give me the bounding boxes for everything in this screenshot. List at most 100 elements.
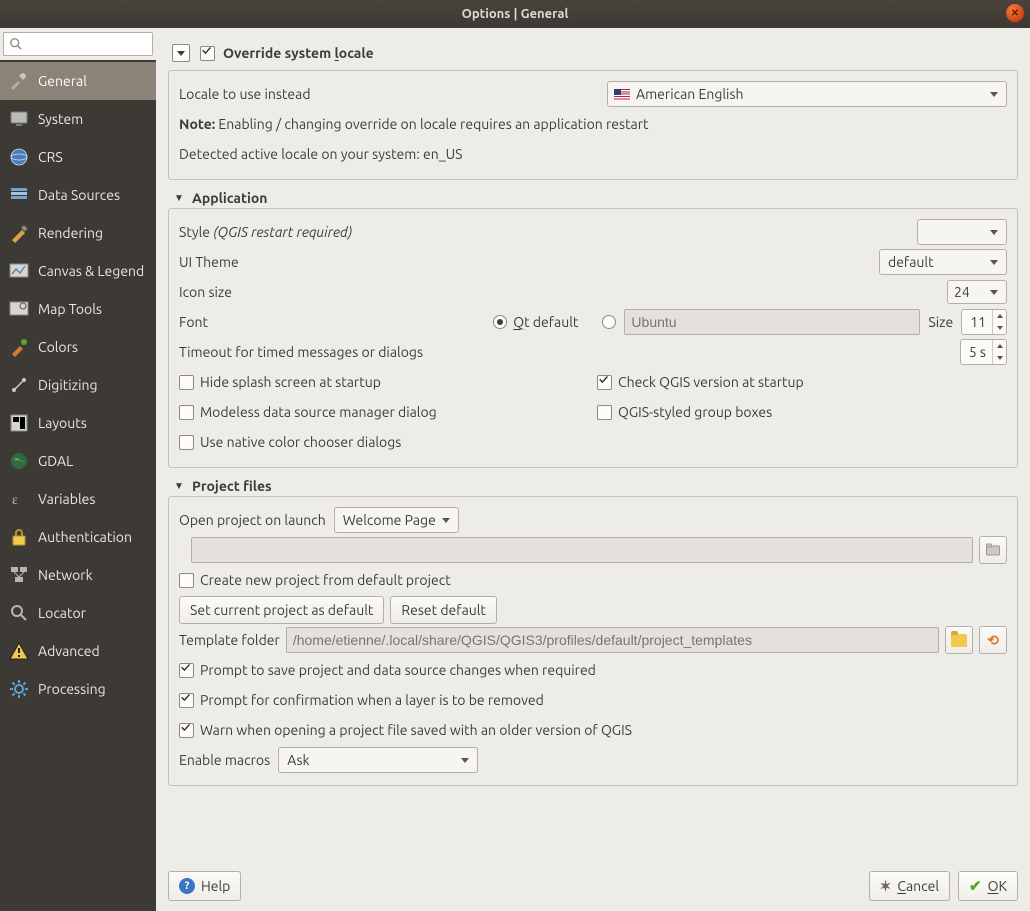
cancel-icon: ✶ xyxy=(880,878,892,895)
open-on-launch-combo[interactable]: Welcome Page xyxy=(334,507,459,533)
sidebar-item-processing[interactable]: Processing xyxy=(0,670,156,708)
gear-icon xyxy=(8,678,30,700)
create-from-default-checkbox[interactable]: Create new project from default project xyxy=(179,572,451,588)
sidebar-item-crs[interactable]: CRS xyxy=(0,138,156,176)
reset-template-button[interactable]: ⟲ xyxy=(979,626,1007,654)
sidebar-item-colors[interactable]: Colors xyxy=(0,328,156,366)
native-color-checkbox[interactable]: Use native color chooser dialogs xyxy=(179,434,401,450)
check-version-checkbox[interactable]: Check QGIS version at startup xyxy=(597,374,804,390)
browse-project-button[interactable] xyxy=(979,536,1007,564)
font-custom-radio[interactable] xyxy=(602,315,616,329)
ui-theme-label: UI Theme xyxy=(179,254,239,270)
sidebar-item-label: GDAL xyxy=(38,453,73,470)
cancel-button[interactable]: ✶ Cancel xyxy=(869,871,950,901)
sidebar-item-gdal[interactable]: GDAL xyxy=(0,442,156,480)
icon-size-label: Icon size xyxy=(179,284,232,300)
warn-old-version-checkbox[interactable]: Warn when opening a project file saved w… xyxy=(179,722,632,738)
help-button[interactable]: ? Help xyxy=(168,871,241,901)
map-tools-icon xyxy=(8,298,30,320)
data-sources-icon xyxy=(8,184,30,206)
override-locale-label: Override system locale xyxy=(223,45,374,61)
open-on-launch-label: Open project on launch xyxy=(179,512,326,528)
close-icon[interactable] xyxy=(1006,4,1024,22)
style-label: Style (QGIS restart required) xyxy=(179,224,352,240)
sidebar-item-layouts[interactable]: Layouts xyxy=(0,404,156,442)
font-size-label: Size xyxy=(928,314,953,330)
sidebar-search-input[interactable] xyxy=(3,32,153,56)
collapse-button[interactable] xyxy=(172,44,190,62)
sidebar-item-system[interactable]: System xyxy=(0,100,156,138)
sidebar-item-label: Map Tools xyxy=(38,301,102,318)
project-files-header[interactable]: ▼ Project files xyxy=(174,478,1018,494)
sidebar-item-label: Processing xyxy=(38,681,106,698)
sidebar-item-map-tools[interactable]: Map Tools xyxy=(0,290,156,328)
chevron-down-icon: ▼ xyxy=(174,480,186,492)
window-title: Options | General xyxy=(462,7,569,21)
sidebar-item-label: CRS xyxy=(38,149,63,166)
sidebar-item-label: System xyxy=(38,111,83,128)
font-label: Font xyxy=(179,314,208,330)
project-files-group: Open project on launch Welcome Page Crea… xyxy=(168,496,1018,786)
window-titlebar: Options | General xyxy=(0,0,1030,28)
sidebar-item-label: General xyxy=(38,73,87,90)
ok-button[interactable]: ✔ OK xyxy=(958,871,1018,901)
sidebar-item-network[interactable]: Network xyxy=(0,556,156,594)
svg-text:ε: ε xyxy=(12,493,18,508)
locale-to-use-label: Locale to use instead xyxy=(179,86,311,102)
modeless-dsm-checkbox[interactable]: Modeless data source manager dialog xyxy=(179,404,437,420)
hide-splash-checkbox[interactable]: Hide splash screen at startup xyxy=(179,374,381,390)
browse-template-button[interactable] xyxy=(945,626,973,654)
font-qt-default-radio[interactable]: Qt default xyxy=(493,314,578,330)
folder-open-icon xyxy=(985,542,1001,558)
system-icon xyxy=(8,108,30,130)
sidebar-item-label: Colors xyxy=(38,339,78,356)
font-size-spinner[interactable]: 11 xyxy=(961,309,1007,335)
flag-us-icon xyxy=(614,89,630,100)
sidebar-item-variables[interactable]: ε Variables xyxy=(0,480,156,518)
icon-size-combo[interactable]: 24 xyxy=(947,280,1007,304)
sidebar-item-general[interactable]: General xyxy=(0,62,156,100)
override-locale-checkbox[interactable] xyxy=(200,46,215,61)
folder-icon xyxy=(951,634,967,647)
sidebar-item-label: Digitizing xyxy=(38,377,98,394)
timeout-label: Timeout for timed messages or dialogs xyxy=(179,344,423,360)
canvas-legend-icon xyxy=(8,260,30,282)
reset-default-button[interactable]: Reset default xyxy=(390,596,497,624)
locale-combo[interactable]: American English xyxy=(607,81,1007,107)
sidebar-item-label: Variables xyxy=(38,491,95,508)
sidebar-item-label: Canvas & Legend xyxy=(38,263,144,280)
sidebar-item-rendering[interactable]: Rendering xyxy=(0,214,156,252)
chevron-down-icon: ▼ xyxy=(174,192,186,204)
sidebar-item-digitizing[interactable]: Digitizing xyxy=(0,366,156,404)
gdal-icon xyxy=(8,450,30,472)
locale-note: Note: Enabling / changing override on lo… xyxy=(179,109,1007,139)
style-combo[interactable] xyxy=(917,219,1007,245)
template-folder-input xyxy=(286,627,939,653)
network-icon xyxy=(8,564,30,586)
rendering-icon xyxy=(8,222,30,244)
sidebar-item-locator[interactable]: Locator xyxy=(0,594,156,632)
undo-icon: ⟲ xyxy=(987,632,999,649)
layouts-icon xyxy=(8,412,30,434)
sidebar-item-data-sources[interactable]: Data Sources xyxy=(0,176,156,214)
sidebar-item-canvas-legend[interactable]: Canvas & Legend xyxy=(0,252,156,290)
prompt-save-checkbox[interactable]: Prompt to save project and data source c… xyxy=(179,662,596,678)
sidebar-item-advanced[interactable]: Advanced xyxy=(0,632,156,670)
prompt-remove-checkbox[interactable]: Prompt for confirmation when a layer is … xyxy=(179,692,544,708)
enable-macros-combo[interactable]: Ask xyxy=(278,747,478,773)
qgis-groupboxes-checkbox[interactable]: QGIS-styled group boxes xyxy=(597,404,772,420)
warning-icon xyxy=(8,640,30,662)
sidebar-item-label: Layouts xyxy=(38,415,87,432)
globe-icon xyxy=(8,146,30,168)
timeout-spinner[interactable]: 5 s xyxy=(960,339,1007,365)
variables-icon: ε xyxy=(8,488,30,510)
template-folder-label: Template folder xyxy=(179,632,280,648)
sidebar-item-label: Advanced xyxy=(38,643,100,660)
font-family-input xyxy=(624,309,920,335)
colors-icon xyxy=(8,336,30,358)
set-current-default-button[interactable]: Set current project as default xyxy=(179,596,384,624)
application-header[interactable]: ▼ Application xyxy=(174,190,1018,206)
sidebar-item-authentication[interactable]: Authentication xyxy=(0,518,156,556)
ui-theme-combo[interactable]: default xyxy=(879,249,1007,275)
sidebar-item-label: Locator xyxy=(38,605,86,622)
